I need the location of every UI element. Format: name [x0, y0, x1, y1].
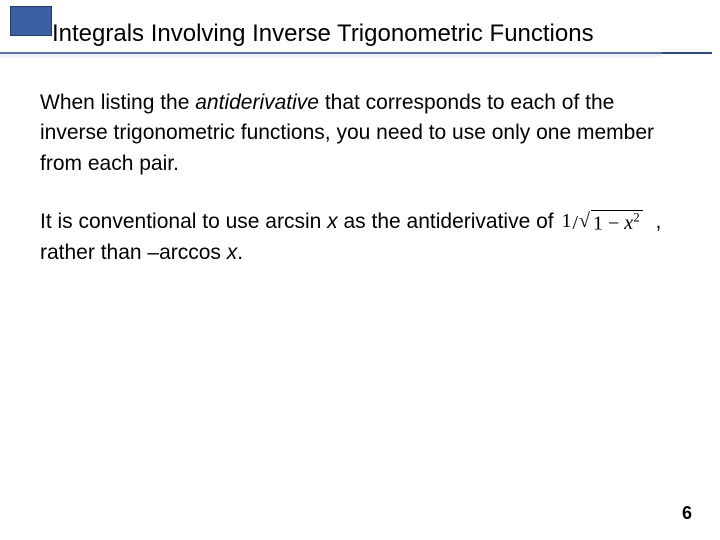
slide-body: When listing the antiderivative that cor…: [0, 54, 720, 269]
paragraph-2: It is conventional to use arcsin x as th…: [40, 207, 676, 268]
math-exponent: 2: [633, 210, 640, 225]
math-x-squared: x2: [624, 212, 639, 234]
math-slash: /: [571, 212, 579, 234]
page-number: 6: [682, 503, 692, 524]
text: as the antiderivative of: [338, 210, 560, 233]
text: When listing the: [40, 91, 195, 114]
math-radicand: 1 − x2: [591, 210, 643, 234]
text: It is conventional to use arcsin: [40, 210, 327, 233]
title-bar: Integrals Involving Inverse Trigonometri…: [0, 0, 720, 54]
paragraph-1: When listing the antiderivative that cor…: [40, 88, 676, 179]
radical-icon: √: [579, 207, 590, 236]
var-x: x: [624, 212, 633, 234]
math-numerator: 1: [561, 210, 571, 232]
text: 1 −: [593, 212, 624, 234]
text: .: [237, 241, 243, 264]
emphasis-antiderivative: antiderivative: [195, 91, 319, 114]
slide-title: Integrals Involving Inverse Trigonometri…: [0, 14, 712, 54]
var-x: x: [327, 210, 338, 233]
title-underline-shadow: [0, 52, 662, 58]
var-x: x: [227, 241, 238, 264]
math-expression: 1/√1 − x2: [559, 207, 655, 238]
math-radical: √1 − x2: [579, 209, 643, 238]
